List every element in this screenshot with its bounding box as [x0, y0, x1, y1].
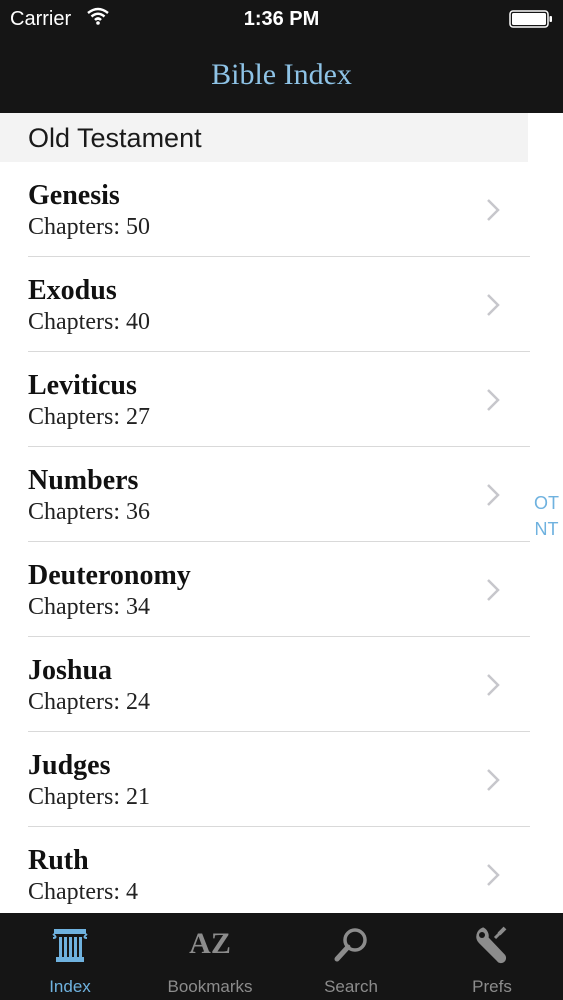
- book-name: Deuteronomy: [28, 560, 191, 591]
- chevron-right-icon: [487, 579, 500, 601]
- wrench-icon: [476, 926, 507, 964]
- tab-search[interactable]: Search: [281, 913, 421, 1000]
- status-bar: Carrier 1:36 PM: [0, 0, 563, 38]
- book-chapters: Chapters: 21: [28, 784, 150, 810]
- book-chapters: Chapters: 24: [28, 689, 150, 715]
- book-row-joshua[interactable]: Joshua Chapters: 24: [0, 637, 530, 732]
- book-row-deuteronomy[interactable]: Deuteronomy Chapters: 34: [0, 542, 530, 637]
- book-name: Leviticus: [28, 370, 137, 401]
- book-chapters: Chapters: 4: [28, 879, 138, 905]
- book-chapters: Chapters: 27: [28, 404, 150, 430]
- tab-bar: Index AZ Bookmarks Search Prefs: [0, 913, 563, 1000]
- book-row-genesis[interactable]: Genesis Chapters: 50: [0, 162, 530, 257]
- tab-index[interactable]: Index: [0, 913, 140, 1000]
- az-icon: AZ: [189, 927, 231, 960]
- chevron-right-icon: [487, 199, 500, 221]
- book-name: Numbers: [28, 465, 139, 496]
- tab-label: Search: [324, 977, 378, 996]
- book-name: Joshua: [28, 655, 113, 686]
- section-index: OT NT: [530, 490, 563, 542]
- section-index-ot[interactable]: OT: [530, 490, 563, 516]
- book-name: Exodus: [28, 275, 117, 306]
- status-time: 1:36 PM: [243, 8, 320, 30]
- section-header: Old Testament: [0, 113, 528, 162]
- chevron-right-icon: [487, 769, 500, 791]
- book-chapters: Chapters: 50: [28, 214, 150, 240]
- book-chapters: Chapters: 36: [28, 499, 150, 525]
- book-row-numbers[interactable]: Numbers Chapters: 36: [0, 447, 530, 542]
- tab-label: Bookmarks: [167, 977, 253, 996]
- book-name: Ruth: [28, 845, 89, 876]
- tab-prefs[interactable]: Prefs: [422, 913, 562, 1000]
- book-name: Judges: [28, 750, 111, 781]
- book-row-judges[interactable]: Judges Chapters: 21: [0, 732, 530, 827]
- page-title: Bible Index: [211, 58, 352, 91]
- book-name: Genesis: [28, 180, 120, 211]
- book-row-ruth[interactable]: Ruth Chapters: 4: [0, 827, 530, 922]
- section-index-nt[interactable]: NT: [530, 516, 563, 542]
- chevron-right-icon: [487, 484, 500, 506]
- book-row-exodus[interactable]: Exodus Chapters: 40: [0, 257, 530, 352]
- chevron-right-icon: [487, 294, 500, 316]
- pillar-icon: [52, 929, 88, 962]
- battery-icon: [509, 10, 552, 28]
- book-chapters: Chapters: 40: [28, 309, 150, 335]
- chevron-right-icon: [487, 674, 500, 696]
- chevron-right-icon: [487, 864, 500, 886]
- tab-bookmarks[interactable]: AZ Bookmarks: [140, 913, 280, 1000]
- section-header-title: Old Testament: [28, 123, 202, 153]
- book-list: Genesis Chapters: 50 Exodus Chapters: 40…: [0, 162, 530, 922]
- chevron-right-icon: [487, 389, 500, 411]
- navigation-bar: Bible Index: [0, 38, 563, 113]
- book-row-leviticus[interactable]: Leviticus Chapters: 27: [0, 352, 530, 447]
- tab-label: Prefs: [472, 977, 512, 996]
- tab-label: Index: [49, 977, 91, 996]
- magnifier-icon: [334, 928, 367, 962]
- book-chapters: Chapters: 34: [28, 594, 150, 620]
